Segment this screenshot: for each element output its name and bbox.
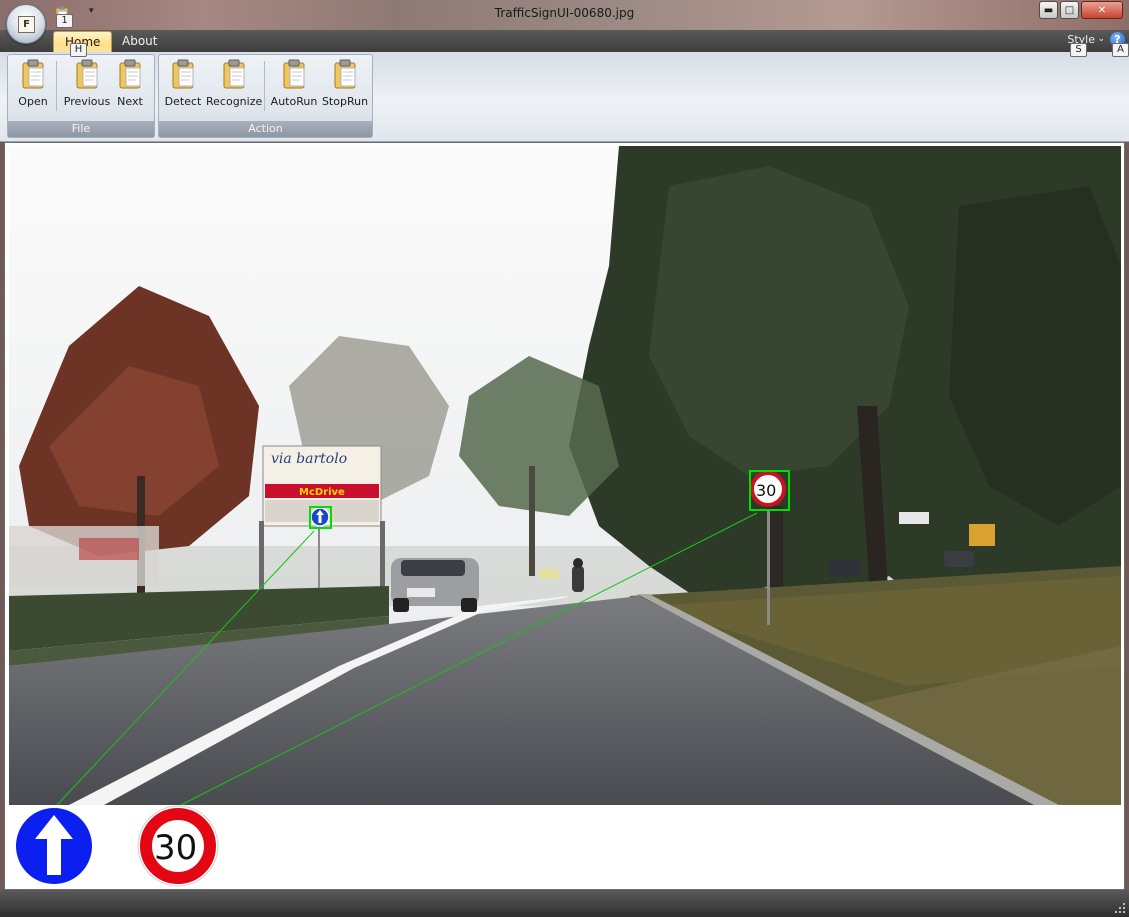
quick-access-keytip: 1 xyxy=(56,14,73,28)
ribbon-tab-strip: Home About Style ⌄ ? xyxy=(0,30,1129,52)
recognized-signs-strip: 30 xyxy=(5,805,1124,889)
autorun-label: AutoRun xyxy=(270,95,318,108)
billboard-mcdrive: McDrive xyxy=(299,487,345,498)
clipboard-icon xyxy=(22,59,44,89)
clipboard-icon xyxy=(119,59,141,89)
autorun-button[interactable]: AutoRun xyxy=(270,59,318,115)
detect-button[interactable]: Detect xyxy=(164,59,202,115)
file-group-label: File xyxy=(8,121,154,137)
clipboard-icon xyxy=(172,59,194,89)
tab-about[interactable]: About xyxy=(111,31,168,52)
quick-access-dropdown-icon[interactable]: ▾ xyxy=(89,6,94,16)
detect-label: Detect xyxy=(164,95,202,108)
close-button[interactable]: ✕ xyxy=(1081,1,1123,19)
next-button[interactable]: Next xyxy=(115,59,145,115)
previous-button[interactable]: Previous xyxy=(62,59,112,115)
minimize-button[interactable]: ▬ xyxy=(1039,1,1058,19)
clipboard-icon xyxy=(334,59,356,89)
application-menu-button[interactable]: F xyxy=(6,4,46,44)
stoprun-button[interactable]: StopRun xyxy=(321,59,369,115)
ribbon-separator xyxy=(264,61,265,111)
recognize-label: Recognize xyxy=(206,95,263,108)
clipboard-icon xyxy=(283,59,305,89)
style-keytip: S xyxy=(1070,43,1087,57)
open-button[interactable]: Open xyxy=(12,59,54,115)
maximize-button[interactable]: □ xyxy=(1060,1,1079,19)
ribbon-separator xyxy=(56,61,57,111)
clipboard-icon xyxy=(223,59,245,89)
ribbon-panel: Open Previous Next File Detect Recognize… xyxy=(0,52,1129,142)
open-label: Open xyxy=(18,95,48,108)
action-group-label: Action xyxy=(159,121,372,137)
billboard-text: via bartolo xyxy=(271,451,347,467)
previous-label: Previous xyxy=(63,95,111,108)
status-bar xyxy=(0,890,1129,917)
app-menu-icon: F xyxy=(18,16,35,33)
road-scene-image: via bartolo McDrive 30 xyxy=(9,146,1121,805)
help-keytip: A xyxy=(1112,43,1129,57)
ribbon-group-file: Open Previous Next File xyxy=(7,54,155,138)
scene-speed-sign-text: 30 xyxy=(756,481,776,500)
clipboard-icon xyxy=(76,59,98,89)
title-bar: TrafficSignUI-00680.jpg ▬ □ ✕ xyxy=(0,0,1129,30)
mandatory-straight-ahead-sign xyxy=(14,806,94,886)
chevron-down-icon[interactable]: ⌄ xyxy=(1097,34,1105,44)
speed-limit-value: 30 xyxy=(154,828,197,868)
image-viewer: via bartolo McDrive 30 30 xyxy=(4,142,1125,890)
next-label: Next xyxy=(117,95,143,108)
speed-limit-sign: 30 xyxy=(137,805,219,887)
home-tab-keytip: H xyxy=(70,43,87,57)
ribbon-group-action: Detect Recognize AutoRun StopRun Action xyxy=(158,54,373,138)
stoprun-label: StopRun xyxy=(321,95,369,108)
resize-grip-icon[interactable] xyxy=(1114,902,1126,914)
window-controls: ▬ □ ✕ xyxy=(1039,1,1123,21)
recognize-button[interactable]: Recognize xyxy=(206,59,262,115)
window-title: TrafficSignUI-00680.jpg xyxy=(494,6,635,20)
